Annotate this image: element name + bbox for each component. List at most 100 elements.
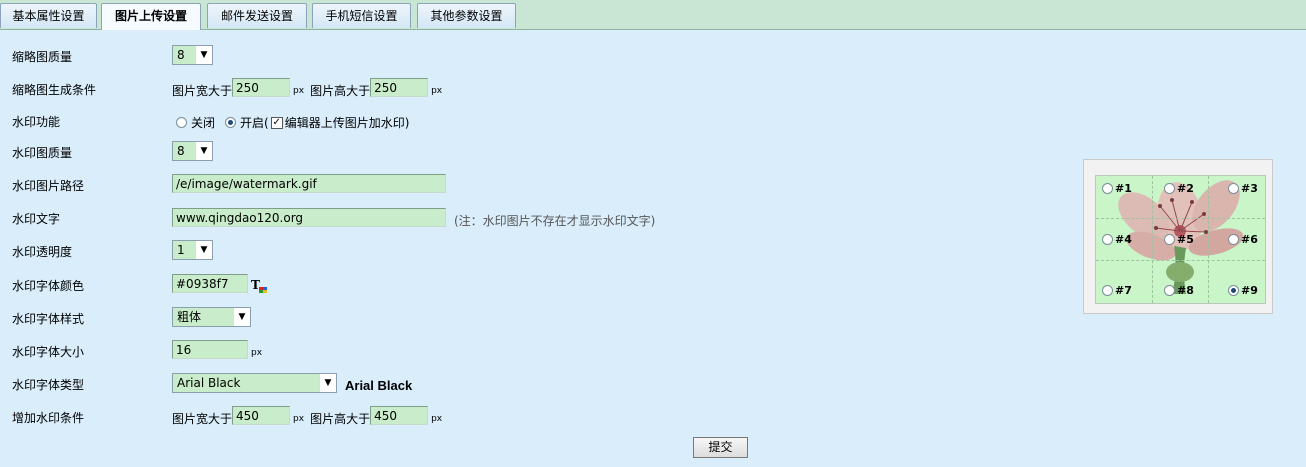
tab-label: 邮件发送设置 [220,9,293,23]
font-size-field: 16 px [172,340,262,359]
position-radio[interactable] [1228,183,1239,194]
position-label: #5 [1177,233,1194,246]
font-size-label: 水印字体大小 [12,345,85,359]
position-radio[interactable] [1102,285,1113,296]
position-label: #9 [1241,284,1258,297]
thumb-condition-label: 缩略图生成条件 [12,83,97,97]
position-3[interactable]: #3 [1228,182,1258,195]
add-height-unit: px [431,413,443,424]
position-label: #1 [1115,182,1132,195]
tab-label: 基本属性设置 [12,9,85,23]
add-width-value: 450 [236,409,259,423]
add-condition-field: 图片宽大于 450 px 图片高大于 450 px [172,406,443,426]
add-height-input[interactable]: 450 [370,406,429,425]
position-radio[interactable] [1228,234,1239,245]
watermark-opacity-select[interactable]: 1 ▼ [172,240,213,260]
watermark-text-field: www.qingdao120.org (注：水印图片不存在才显示水印文字) [172,208,655,228]
font-color-value: #0938f7 [176,277,229,291]
add-width-unit: px [293,413,305,424]
add-condition-label: 增加水印条件 [12,411,85,425]
thumb-quality-select[interactable]: 8 ▼ [172,45,213,65]
watermark-path-label: 水印图片路径 [12,179,85,193]
position-5[interactable]: #5 [1164,233,1194,246]
font-color-input[interactable]: #0938f7 [172,274,248,293]
tab-label: 其他参数设置 [430,9,503,23]
tab-label: 图片上传设置 [114,9,187,23]
position-radio[interactable] [1102,183,1113,194]
watermark-position-grid: #1 #2 #3 #4 #5 #6 #7 #8 #9 [1095,175,1266,304]
font-type-preview: Arial Black [345,377,413,393]
position-label: #3 [1241,182,1258,195]
add-width-input[interactable]: 450 [232,406,291,425]
position-radio[interactable] [1164,285,1175,296]
thumb-quality-label: 缩略图质量 [12,50,73,64]
position-7[interactable]: #7 [1102,284,1132,297]
tab-image-upload[interactable]: 图片上传设置 [101,3,201,30]
thumb-height-input[interactable]: 250 [370,78,429,97]
thumb-quality-field: 8 ▼ [172,45,213,65]
thumb-height-unit: px [431,85,443,96]
font-style-select[interactable]: 粗体 ▼ [172,307,251,327]
position-1[interactable]: #1 [1102,182,1132,195]
position-label: #4 [1115,233,1132,246]
thumb-width-unit: px [293,85,305,96]
chevron-down-icon: ▼ [195,46,212,64]
watermark-path-input[interactable]: /e/image/watermark.gif [172,174,446,193]
grid-line [1096,260,1265,261]
position-8[interactable]: #8 [1164,284,1194,297]
watermark-quality-label: 水印图质量 [12,146,73,160]
font-size-value: 16 [176,343,192,357]
watermark-off-radio[interactable] [176,117,187,128]
font-type-select[interactable]: Arial Black ▼ [172,373,337,393]
font-size-input[interactable]: 16 [172,340,248,359]
chevron-down-icon: ▼ [195,142,212,160]
grid-line [1096,218,1265,219]
watermark-position-panel: #1 #2 #3 #4 #5 #6 #7 #8 #9 [1083,159,1273,314]
font-type-field: Arial Black ▼ Arial Black [172,373,412,393]
watermark-off-label: 关闭 [191,116,216,130]
submit-button[interactable]: 提交 [693,437,748,458]
text-color-icon[interactable]: T [251,278,269,294]
thumb-width-input[interactable]: 250 [232,78,291,97]
thumb-height-value: 250 [374,81,397,95]
position-9[interactable]: #9 [1228,284,1258,297]
position-radio[interactable] [1102,234,1113,245]
position-radio[interactable] [1164,183,1175,194]
add-width-prefix: 图片宽大于 [172,412,233,426]
position-2[interactable]: #2 [1164,182,1194,195]
editor-watermark-label: 编辑器上传图片加水印) [284,116,410,130]
add-height-value: 450 [374,409,397,423]
position-label: #6 [1241,233,1258,246]
tab-basic[interactable]: 基本属性设置 [0,3,97,28]
watermark-quality-field: 8 ▼ [172,141,213,161]
watermark-text-input[interactable]: www.qingdao120.org [172,208,446,227]
chevron-down-icon: ▼ [319,374,336,392]
tab-email[interactable]: 邮件发送设置 [207,3,307,28]
position-radio[interactable] [1228,285,1239,296]
font-color-label: 水印字体颜色 [12,279,85,293]
thumb-width-value: 250 [236,81,259,95]
watermark-function-label: 水印功能 [12,115,61,129]
editor-watermark-checkbox[interactable]: ✓ [270,116,283,129]
position-label: #8 [1177,284,1194,297]
tab-sms[interactable]: 手机短信设置 [312,3,411,28]
position-radio[interactable] [1164,234,1175,245]
font-color-field: #0938f7 [172,274,248,293]
watermark-opacity-value: 1 [177,243,185,257]
position-6[interactable]: #6 [1228,233,1258,246]
tab-other[interactable]: 其他参数设置 [417,3,516,28]
watermark-on-radio[interactable] [225,117,237,128]
watermark-text-value: www.qingdao120.org [176,211,304,225]
thumb-quality-value: 8 [177,48,185,62]
position-label: #7 [1115,284,1132,297]
tab-bar: 基本属性设置 图片上传设置 邮件发送设置 手机短信设置 其他参数设置 [0,0,1306,30]
chevron-down-icon: ▼ [195,241,212,259]
thumb-height-prefix: 图片高大于 [310,84,371,98]
svg-text:T: T [251,278,260,292]
watermark-quality-select[interactable]: 8 ▼ [172,141,213,161]
submit-label: 提交 [708,440,733,454]
grid-line [1208,176,1209,303]
grid-line [1152,176,1153,303]
position-4[interactable]: #4 [1102,233,1132,246]
position-label: #2 [1177,182,1194,195]
